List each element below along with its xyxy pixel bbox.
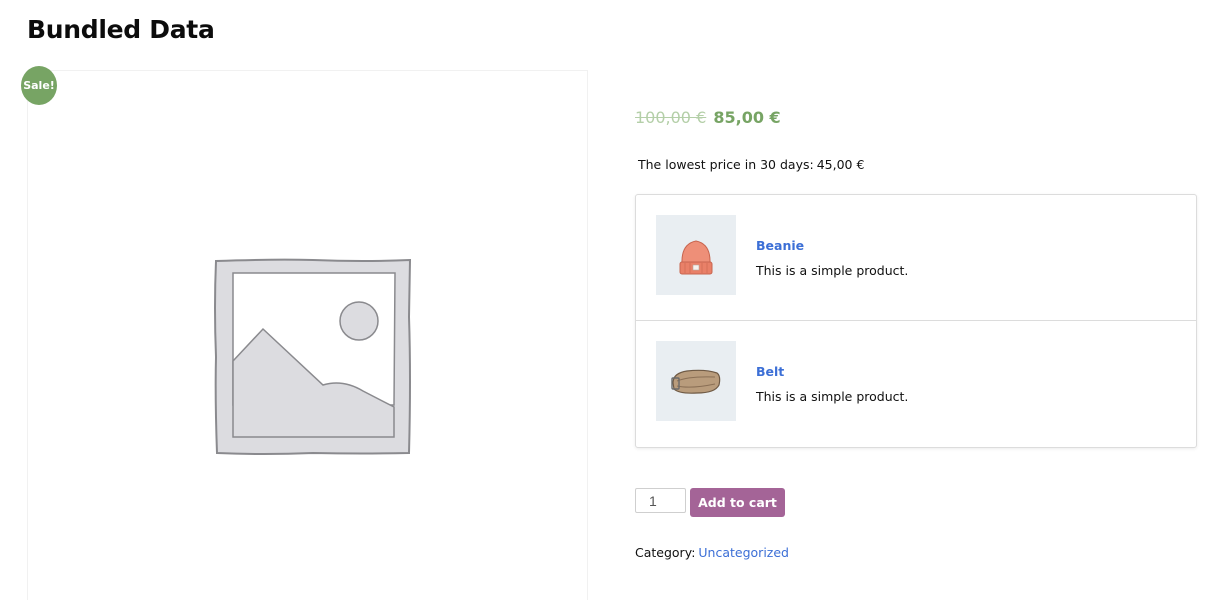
product-gallery[interactable]	[27, 70, 588, 600]
bundled-items: Beanie This is a simple product. Belt Th…	[635, 194, 1197, 448]
bundled-item: Belt This is a simple product.	[636, 321, 1196, 447]
category-link[interactable]: Uncategorized	[698, 545, 789, 560]
sale-price: 85,00 €	[713, 108, 781, 127]
bundled-item-name-link[interactable]: Beanie	[756, 238, 804, 253]
bundled-item-description: This is a simple product.	[756, 389, 909, 404]
sale-badge: Sale!	[21, 66, 57, 105]
bundled-item-name-link[interactable]: Belt	[756, 364, 784, 379]
bundled-item-thumbnail[interactable]	[656, 341, 736, 421]
product-page: Bundled Data Sale! 100,00 € 85,00 € The …	[0, 0, 1220, 600]
lowest-price-value: 45,00 €	[816, 157, 865, 172]
bundled-item: Beanie This is a simple product.	[636, 195, 1196, 321]
beanie-icon	[679, 240, 713, 275]
lowest-price-note: The lowest price in 30 days: 45,00 €	[635, 157, 864, 172]
bundled-item-thumbnail[interactable]	[656, 215, 736, 295]
product-title: Bundled Data	[27, 15, 215, 44]
product-meta: Category: Uncategorized	[635, 545, 789, 560]
belt-icon	[671, 369, 721, 394]
quantity-input[interactable]	[635, 488, 686, 513]
regular-price: 100,00 €	[635, 108, 707, 127]
category-label: Category:	[635, 545, 696, 560]
add-to-cart-button[interactable]: Add to cart	[690, 488, 785, 517]
bundled-item-description: This is a simple product.	[756, 263, 909, 278]
price: 100,00 € 85,00 €	[635, 108, 781, 127]
lowest-price-label: The lowest price in 30 days:	[638, 157, 814, 172]
placeholder-image-icon	[214, 258, 412, 455]
